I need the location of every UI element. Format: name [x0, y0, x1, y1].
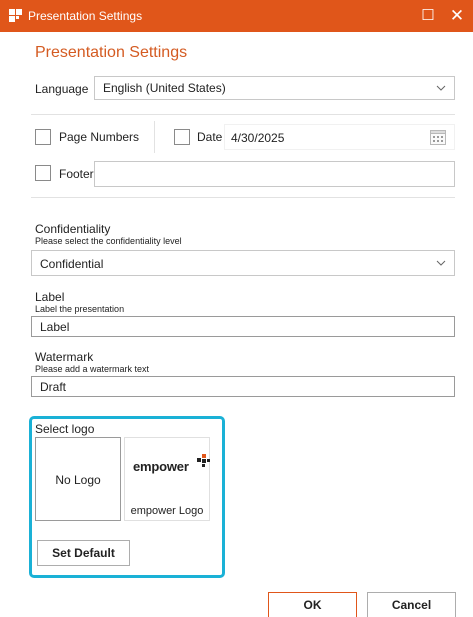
empower-logo-label: empower Logo: [130, 505, 204, 517]
watermark-subtitle: Please add a watermark text: [35, 364, 150, 374]
ok-button[interactable]: OK: [268, 592, 357, 617]
no-logo-option[interactable]: No Logo: [35, 437, 121, 521]
divider: [31, 114, 455, 115]
label-subtitle: Label the presentation: [35, 304, 125, 314]
footer-checkbox[interactable]: [35, 165, 51, 181]
app-logo-icon: [9, 9, 22, 22]
calendar-icon[interactable]: [430, 130, 446, 145]
language-dropdown[interactable]: English (United States): [94, 76, 455, 100]
date-value: 4/30/2025: [231, 131, 285, 145]
empower-logo-option[interactable]: empower empower Logo: [124, 437, 210, 521]
confidentiality-subtitle: Please select the confidentiality level: [35, 236, 182, 246]
label-title: Label: [35, 290, 65, 304]
date-checkbox[interactable]: [174, 129, 190, 145]
divider: [31, 197, 455, 198]
empower-logo-wordmark: empower: [133, 459, 189, 474]
confidentiality-dropdown[interactable]: Confidential: [31, 250, 455, 276]
label-input[interactable]: Label: [31, 316, 455, 337]
chevron-down-icon: [436, 260, 446, 266]
cancel-button[interactable]: Cancel: [367, 592, 456, 617]
no-logo-label: No Logo: [55, 473, 101, 487]
language-label: Language: [35, 82, 89, 96]
confidentiality-title: Confidentiality: [35, 222, 111, 236]
close-button[interactable]: ✕: [445, 4, 469, 28]
watermark-input[interactable]: Draft: [31, 376, 455, 397]
empower-mark-icon: [197, 454, 210, 467]
watermark-title: Watermark: [35, 350, 94, 364]
set-default-button[interactable]: Set Default: [37, 540, 130, 566]
logo-selection-panel: Select logo No Logo empower empower Logo…: [29, 416, 225, 578]
page-numbers-checkbox[interactable]: [35, 129, 51, 145]
title-bar: Presentation Settings ☐ ✕: [0, 0, 473, 32]
confidentiality-value: Confidential: [40, 257, 104, 271]
page-numbers-label: Page Numbers: [59, 130, 140, 144]
dialog-heading: Presentation Settings: [35, 44, 188, 61]
chevron-down-icon: [436, 85, 446, 91]
date-label: Date: [197, 130, 223, 144]
language-value: English (United States): [103, 81, 226, 95]
select-logo-label: Select logo: [35, 422, 95, 436]
footer-label: Footer: [59, 167, 94, 181]
vertical-divider: [154, 121, 155, 153]
window-title: Presentation Settings: [28, 9, 143, 23]
footer-input[interactable]: [94, 161, 455, 187]
date-picker[interactable]: 4/30/2025: [224, 124, 455, 150]
maximize-button[interactable]: ☐: [416, 4, 440, 28]
